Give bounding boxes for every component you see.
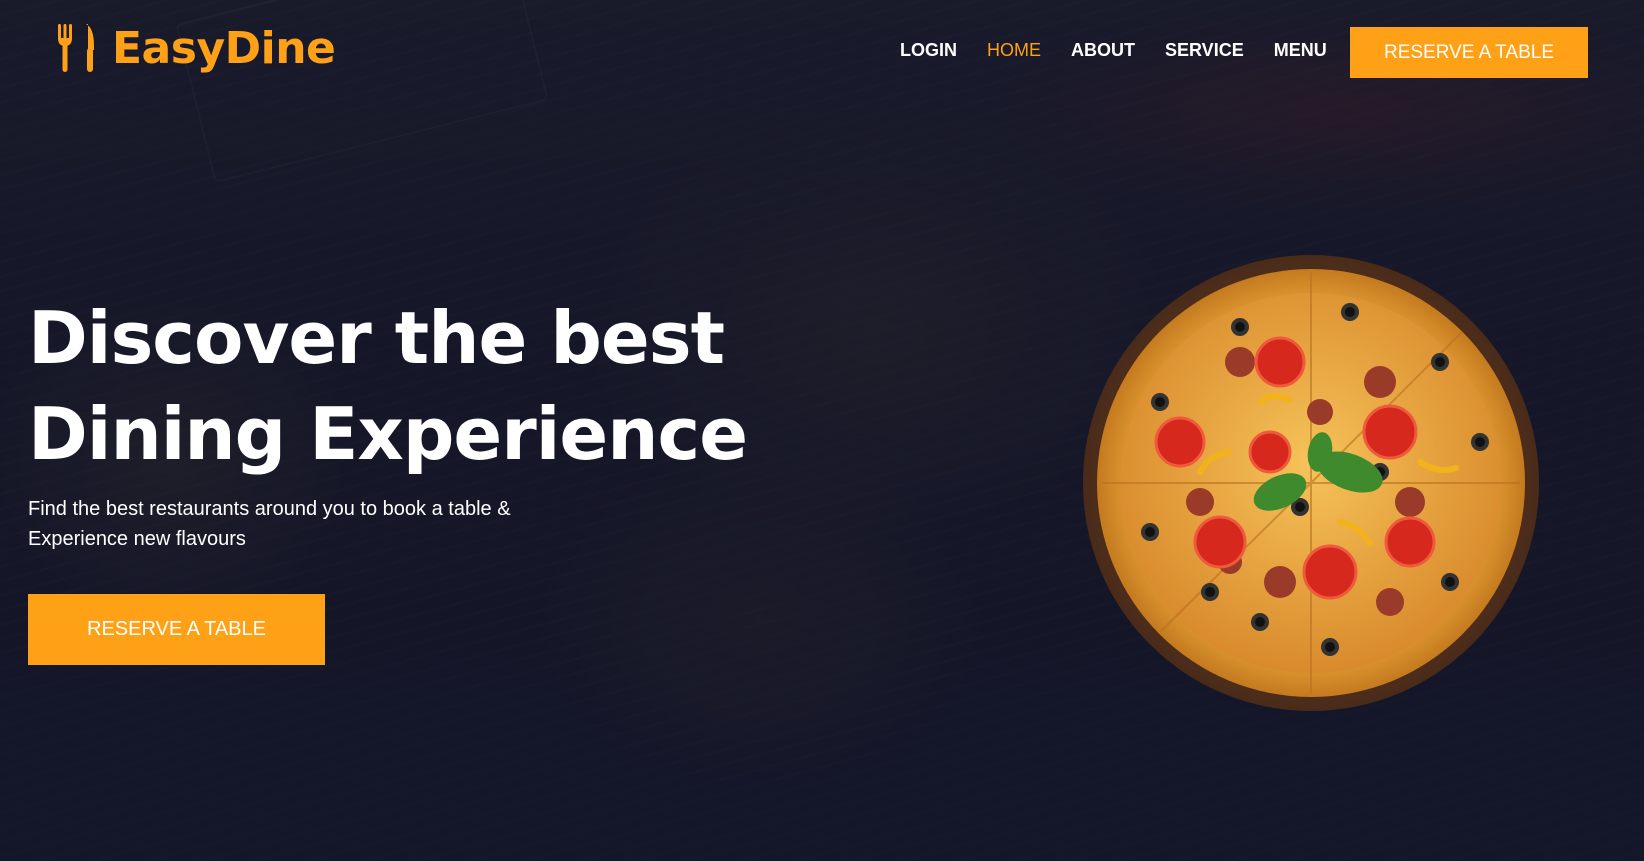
pizza-image (1080, 252, 1542, 714)
nav-link-service[interactable]: SERVICE (1165, 40, 1244, 61)
nav-links: LOGIN HOME ABOUT SERVICE MENU (900, 40, 1327, 61)
utensils-icon (56, 22, 96, 74)
hero-subtitle-line-2: Experience new flavours (28, 528, 246, 550)
nav-link-login[interactable]: LOGIN (900, 40, 957, 61)
nav-link-home[interactable]: HOME (987, 40, 1041, 61)
navbar: EasyDine LOGIN HOME ABOUT SERVICE MENU R… (0, 0, 1644, 104)
hero-title: Discover the best Dining Experience (28, 290, 788, 482)
nav-link-about[interactable]: ABOUT (1071, 40, 1135, 61)
nav-link-menu[interactable]: MENU (1274, 40, 1327, 61)
hero-title-line-2: Dining Experience (28, 392, 748, 476)
nav-reserve-button[interactable]: RESERVE A TABLE (1350, 27, 1588, 78)
hero-reserve-button[interactable]: RESERVE A TABLE (28, 594, 325, 665)
brand-logo[interactable]: EasyDine (56, 22, 336, 74)
hero-subtitle: Find the best restaurants around you to … (28, 494, 528, 554)
brand-name: EasyDine (112, 22, 336, 74)
hero-title-line-1: Discover the best (28, 296, 725, 380)
hero-subtitle-line-1: Find the best restaurants around you to … (28, 498, 511, 520)
